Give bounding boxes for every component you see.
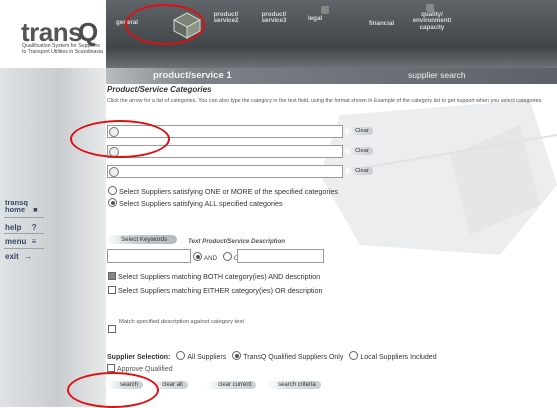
option-either[interactable]: Select Suppliers matching EITHER categor… [108,286,323,295]
option-one-label: Select Suppliers satisfying ONE or MORE … [119,187,338,196]
categories-title: Product/Service Categories [107,85,212,94]
sidebar: transq home ■ help ? menu ≡ exit → [0,68,106,407]
checkbox-either[interactable] [108,286,116,294]
option-one-or-more[interactable]: Select Suppliers satisfying ONE or MORE … [108,186,338,196]
option-both[interactable]: Select Suppliers matching BOTH category(… [108,272,320,281]
supplier-search-label: supplier search [408,70,466,80]
quality-icon [426,4,434,12]
nav-legal[interactable]: legal [308,15,322,22]
menu-icon: ≡ [31,237,37,246]
help-icon: ? [31,223,37,232]
radio-all-suppliers[interactable] [176,351,186,360]
sidebar-exit-label: exit [5,252,19,261]
match-description-label: Match specified description against cate… [119,319,245,325]
keyword-input-2[interactable] [237,249,324,263]
select-keywords-button[interactable]: Select Keywords [107,235,178,244]
keywords-label: Text Product/Service Description [188,238,286,245]
annotation-oval-categories [70,120,170,158]
supplier-selection-label: Supplier Selection: [107,354,171,361]
sidebar-item-exit[interactable]: exit → [5,252,32,261]
option-either-label: Select Suppliers matching EITHER categor… [118,286,323,295]
transq-qualified-label: TransQ Qualified Suppliers Only [243,354,344,361]
annotation-oval-nav [125,4,205,45]
sidebar-item-menu[interactable]: menu ≡ [5,237,36,246]
option-both-label: Select Suppliers matching BOTH category(… [118,272,321,281]
clear-button-2[interactable]: Clear [345,147,373,155]
category-dropdown-icon[interactable] [109,167,119,177]
nav-financial[interactable]: financial [369,20,394,27]
exit-icon: → [24,252,33,261]
home-icon: ■ [33,205,38,214]
checkbox-both[interactable] [108,272,116,280]
clear-button-3[interactable]: Clear [345,167,373,175]
radio-or[interactable] [222,252,232,261]
nav-product-service3[interactable]: product/ service3 [254,11,294,25]
radio-transq-qualified[interactable] [232,351,242,360]
annotation-oval-search [67,372,159,408]
clear-current-button[interactable]: clear current [206,381,257,389]
keyword-input-1[interactable] [107,249,191,263]
nav-quality-environment-capacity[interactable]: quality/ environment/ capacity [409,11,455,31]
radio-all[interactable] [108,198,117,207]
sidebar-menu-label: menu [5,237,27,246]
local-suppliers-label: Local Suppliers Included [360,354,437,361]
and-label: AND [204,255,218,262]
sidebar-divider [4,248,44,249]
radio-local-suppliers[interactable] [349,351,359,360]
all-suppliers-label: All Suppliers [187,354,227,361]
category-input-3[interactable] [107,165,343,178]
search-criteria-button[interactable]: search criteria [266,381,321,389]
checkbox-match-description[interactable] [108,319,118,337]
sidebar-divider [4,233,44,234]
section-title: product/service 1 [153,70,232,81]
legal-icon [321,6,329,14]
supplier-selection: Supplier Selection: All Suppliers TransQ… [107,351,437,361]
option-all[interactable]: Select Suppliers satisfying ALL specifie… [108,198,283,208]
radio-and[interactable] [193,252,202,261]
checkbox-approve-qualified[interactable] [107,364,115,372]
sidebar-home-label: transq home [5,198,28,214]
sidebar-divider [4,217,44,218]
categories-description: Click the arrow for a list of categories… [107,98,543,104]
radio-one-or-more[interactable] [108,186,117,195]
clear-button-1[interactable]: Clear [345,127,373,135]
logo-tagline: Qualification System for Suppliers to Tr… [22,43,104,55]
option-all-label: Select Suppliers satisfying ALL specifie… [119,199,283,208]
and-or-toggle: AND OR [193,252,243,262]
sidebar-help-label: help [5,223,22,232]
sidebar-item-home[interactable]: transq home ■ [5,198,38,214]
sidebar-item-help[interactable]: help ? [5,223,37,232]
nav-product-service2[interactable]: product/ service2 [206,11,246,25]
category-row-3 [107,165,347,179]
